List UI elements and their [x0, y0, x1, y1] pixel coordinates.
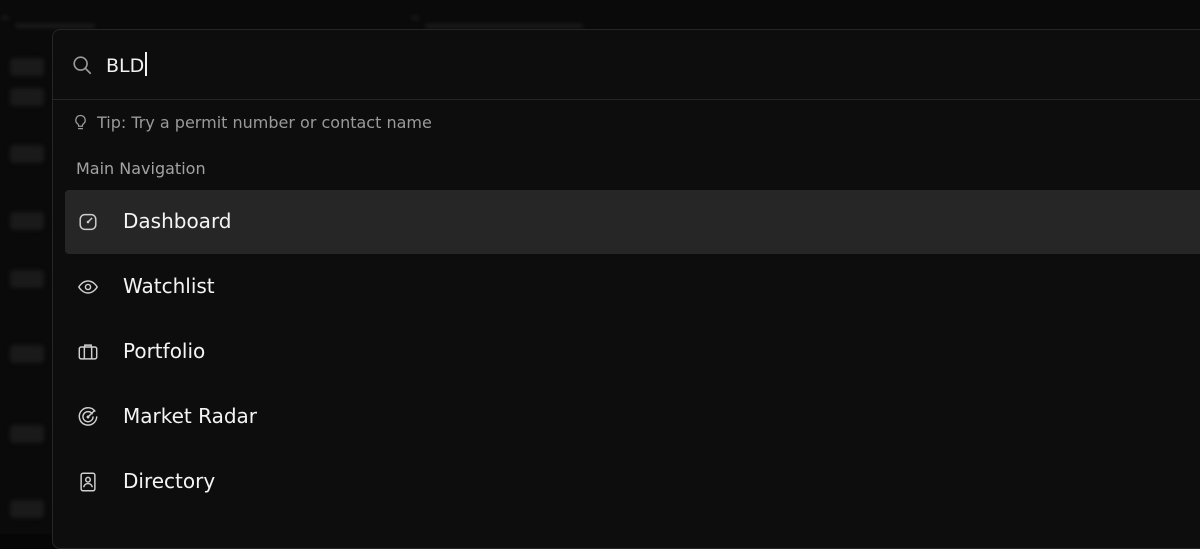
briefcase-icon	[78, 344, 98, 360]
nav-item-label: Watchlist	[123, 274, 215, 298]
text-caret	[145, 52, 147, 76]
nav-item-directory[interactable]: Directory	[65, 450, 1200, 514]
radar-icon	[78, 406, 98, 426]
background-ghost-block	[10, 88, 44, 106]
background-ghost-block	[10, 212, 44, 230]
background-ghost-block	[10, 270, 44, 288]
search-input[interactable]: BLD	[106, 52, 147, 79]
nav-item-market-radar[interactable]: Market Radar	[65, 385, 1200, 449]
contact-book-icon	[80, 472, 96, 492]
background-ghost-block	[10, 500, 44, 518]
tip-text: Tip: Try a permit number or contact name	[97, 112, 432, 132]
nav-item-portfolio[interactable]: Portfolio	[65, 320, 1200, 384]
background-ghost-block	[10, 425, 44, 443]
background-ghost-block	[10, 345, 44, 363]
search-bar[interactable]: BLD	[53, 30, 1200, 100]
nav-item-label: Market Radar	[123, 404, 257, 428]
background-ghost-block	[10, 58, 44, 76]
nav-item-label: Directory	[123, 469, 216, 493]
search-input-value: BLD	[106, 55, 145, 77]
dashboard-gauge-icon	[79, 213, 97, 231]
nav-item-label: Dashboard	[123, 209, 232, 233]
background-blurred-title: ⌁ ▁▁▁▁▁▁	[0, 8, 95, 28]
background-ghost-block	[10, 145, 44, 163]
lightbulb-icon	[75, 114, 86, 129]
search-tip: Tip: Try a permit number or contact name	[73, 111, 432, 133]
nav-item-dashboard[interactable]: Dashboard	[65, 190, 1200, 254]
group-label-main-navigation: Main Navigation	[76, 159, 206, 178]
nav-item-label: Portfolio	[123, 339, 206, 363]
search-icon	[73, 56, 92, 75]
nav-item-watchlist[interactable]: Watchlist	[65, 255, 1200, 319]
eye-icon	[77, 280, 99, 294]
command-palette: BLD Tip: Try a permit number or contact …	[52, 29, 1200, 549]
nav-list: Dashboard Watchlist Portfolio Market Rad…	[65, 190, 1200, 515]
background-blurred-heading: ⌁ ▁▁▁▁▁▁▁▁▁▁▁▁	[410, 8, 583, 28]
